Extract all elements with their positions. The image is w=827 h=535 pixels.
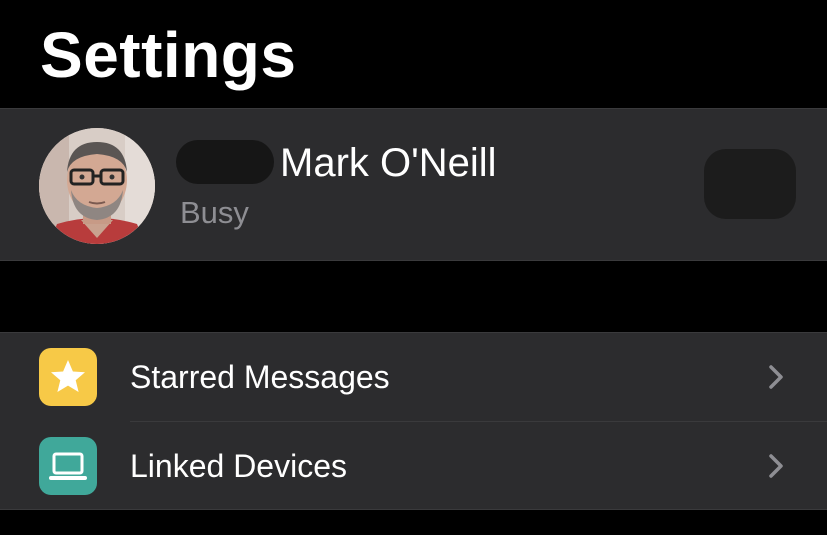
star-icon — [39, 348, 97, 406]
page-title: Settings — [40, 19, 297, 91]
chevron-right-icon — [769, 454, 783, 478]
redacted-name-prefix — [176, 140, 274, 184]
profile-photo — [39, 128, 155, 244]
linked-devices-row[interactable]: Linked Devices — [0, 422, 827, 510]
chevron-right-icon — [769, 365, 783, 389]
profile-cell[interactable]: Mark O'Neill Busy — [0, 108, 827, 261]
settings-screen: Settings Mark O'Neill Busy Starred Messa… — [0, 0, 827, 535]
starred-messages-label: Starred Messages — [130, 359, 390, 395]
menu-group: Starred Messages Linked Devices — [0, 332, 827, 510]
profile-name: Mark O'Neill — [280, 141, 497, 185]
profile-status: Busy — [180, 195, 249, 230]
qr-code-icon[interactable] — [704, 149, 796, 219]
starred-messages-row[interactable]: Starred Messages — [0, 333, 827, 422]
linked-devices-label: Linked Devices — [130, 448, 347, 484]
avatar[interactable] — [39, 128, 155, 244]
laptop-icon — [39, 437, 97, 495]
